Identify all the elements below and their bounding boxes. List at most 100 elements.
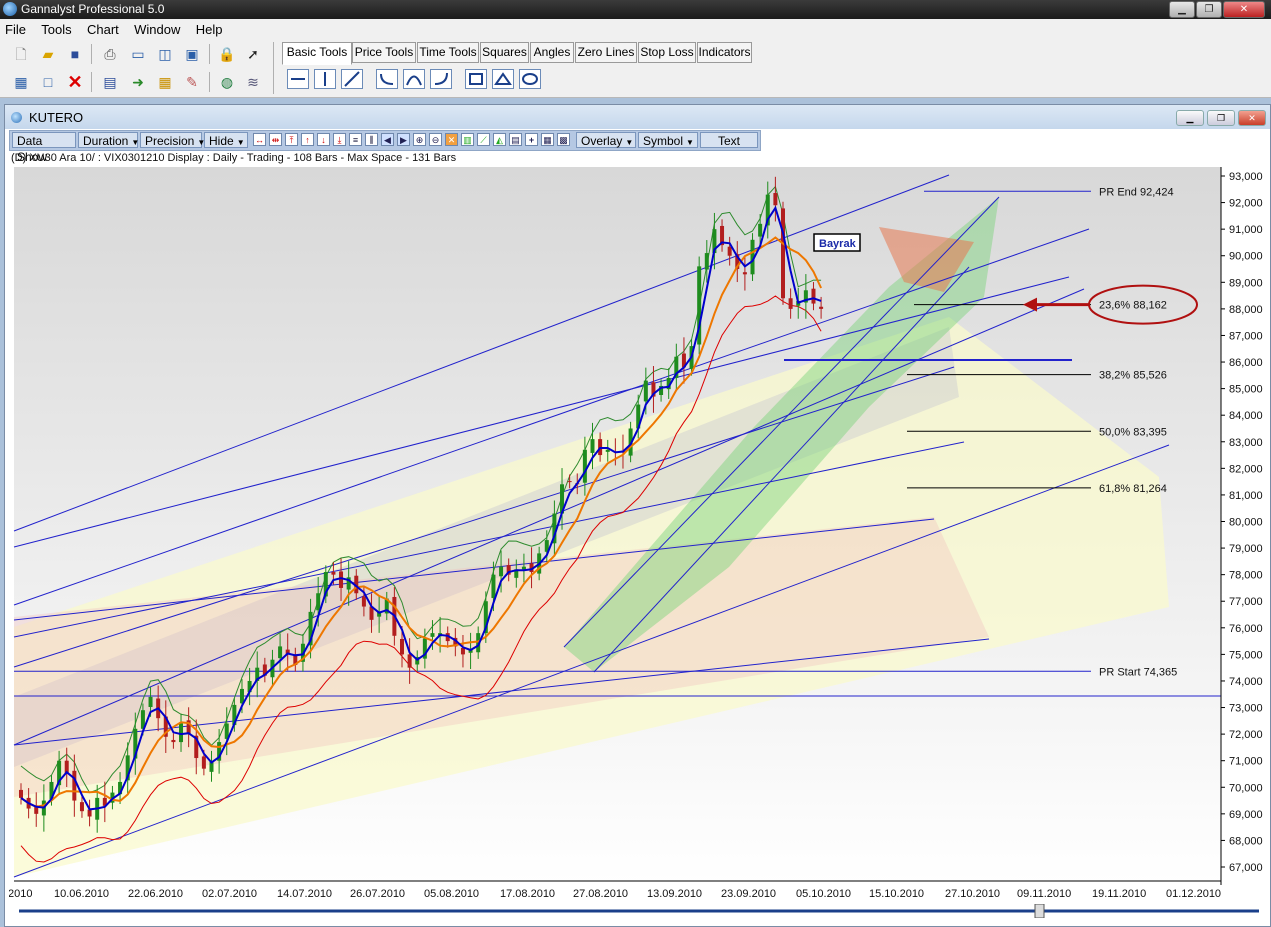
- arc-top-icon[interactable]: [403, 69, 425, 89]
- menu-chart[interactable]: Chart: [82, 19, 126, 37]
- triangle-icon[interactable]: [492, 69, 514, 89]
- bottom-arrow-icon[interactable]: ⤓: [333, 133, 346, 146]
- chart-minimize-button[interactable]: ▁: [1176, 110, 1204, 126]
- menu-window[interactable]: Window: [129, 19, 187, 37]
- bars-icon[interactable]: ⫼: [365, 133, 378, 146]
- horizontal-line-icon[interactable]: [287, 69, 309, 89]
- ellipse-icon[interactable]: [519, 69, 541, 89]
- maximize-button[interactable]: ❐: [1196, 1, 1222, 18]
- film-icon[interactable]: ▤: [100, 72, 120, 92]
- x-tick-label: 27.08.2010: [573, 888, 628, 900]
- x-tick-label: 09.11.2010: [1017, 888, 1071, 900]
- top-arrow-icon[interactable]: ⤒: [285, 133, 298, 146]
- export-icon[interactable]: ➜: [128, 72, 148, 92]
- hide-dropdown[interactable]: Hide ▼: [204, 132, 248, 148]
- window-h-icon[interactable]: ▭: [128, 44, 148, 64]
- level-label: PR Start 74,365: [1099, 666, 1177, 678]
- chart-edit-icon[interactable]: ✎: [182, 72, 202, 92]
- image-icon[interactable]: ▣: [182, 44, 202, 64]
- symbol-dropdown[interactable]: Symbol ▼: [638, 132, 698, 148]
- grid-icon[interactable]: ▦: [155, 72, 175, 92]
- open-icon[interactable]: ▰: [38, 44, 58, 64]
- tab-time-tools[interactable]: Time Tools: [417, 42, 479, 63]
- scrollbar-thumb[interactable]: [1034, 904, 1045, 918]
- area-chart-icon[interactable]: ◭: [493, 133, 506, 146]
- level-label: 23,6% 88,162: [1099, 300, 1167, 312]
- close-button[interactable]: ✕: [1223, 1, 1265, 18]
- expand-h-icon[interactable]: ↔: [253, 133, 266, 146]
- scroll-right-icon[interactable]: ▶: [397, 133, 410, 146]
- minimize-button[interactable]: ▁: [1169, 1, 1195, 18]
- candle-body: [171, 739, 176, 743]
- overlay-dropdown[interactable]: Overlay ▼: [576, 132, 636, 148]
- menu-tools[interactable]: Tools: [36, 19, 78, 37]
- up-arrow-icon[interactable]: ↑: [301, 133, 314, 146]
- globe-icon[interactable]: ◍: [217, 72, 237, 92]
- rectangle-icon[interactable]: [465, 69, 487, 89]
- candle-body: [605, 449, 610, 452]
- price-chart[interactable]: PR End 92,424 23,6% 88,162 38,2% 85,526 50,…: [9, 167, 1269, 902]
- tab-indicators[interactable]: Indicators: [697, 42, 752, 63]
- crosshair-icon[interactable]: +: [525, 133, 538, 146]
- arc-left-icon[interactable]: [376, 69, 398, 89]
- square-icon[interactable]: □: [38, 72, 58, 92]
- down-arrow-icon[interactable]: ↓: [317, 133, 330, 146]
- chart-maximize-button[interactable]: ❐: [1207, 110, 1235, 126]
- zoom-out-icon[interactable]: ⊖: [429, 133, 442, 146]
- save-icon[interactable]: ■: [65, 44, 85, 64]
- text-button[interactable]: Text: [700, 132, 758, 148]
- clear-icon[interactable]: ✕: [445, 133, 458, 146]
- chart-close-button[interactable]: ✕: [1238, 110, 1266, 126]
- candle-body: [499, 566, 504, 577]
- calculator-icon[interactable]: ▦: [11, 72, 31, 92]
- calculator-small-icon[interactable]: ▩: [557, 133, 570, 146]
- vertical-line-icon[interactable]: [314, 69, 336, 89]
- x-tick-label: 26.07.2010: [350, 888, 405, 900]
- menu-file[interactable]: File: [0, 19, 33, 37]
- tab-stop-loss[interactable]: Stop Loss: [638, 42, 696, 63]
- tab-zero-lines[interactable]: Zero Lines: [575, 42, 637, 63]
- print-icon[interactable]: ⎙: [100, 44, 120, 64]
- candle-body: [339, 571, 344, 588]
- scroll-left-icon[interactable]: ◀: [381, 133, 394, 146]
- level-label: PR End 92,424: [1099, 186, 1174, 198]
- candle-body: [742, 272, 747, 275]
- chart-scrollbar[interactable]: [19, 904, 1259, 918]
- candle-body: [148, 696, 153, 708]
- arc-right-icon[interactable]: [430, 69, 452, 89]
- toolbar-area: 🗋 ▰ ■ ⎙ ▭ ◫ ▣ 🔒 ➚ ▦ □ ✕ ▤ ➜ ▦ ✎ ◍ ≋ Basi…: [0, 40, 1271, 98]
- compress-h-icon[interactable]: ⇹: [269, 133, 282, 146]
- candle-body: [582, 449, 587, 483]
- lines-icon[interactable]: ≡: [349, 133, 362, 146]
- y-tick-label: 69,000: [1229, 809, 1263, 821]
- candle-body: [704, 253, 709, 270]
- y-tick-label: 76,000: [1229, 623, 1263, 635]
- trend-line-icon[interactable]: [341, 69, 363, 89]
- tab-squares[interactable]: Squares: [480, 42, 529, 63]
- precision-dropdown[interactable]: Precision ▼: [140, 132, 205, 148]
- grid-lines-icon[interactable]: ▦: [541, 133, 554, 146]
- x-tick-label: 23.09.2010: [721, 888, 776, 900]
- table-icon[interactable]: ▤: [509, 133, 522, 146]
- layers-icon[interactable]: ≋: [243, 72, 263, 92]
- zoom-in-icon[interactable]: ⊕: [413, 133, 426, 146]
- delete-icon[interactable]: ✕: [65, 72, 85, 92]
- y-tick-label: 91,000: [1229, 224, 1263, 236]
- tab-angles[interactable]: Angles: [530, 42, 574, 63]
- lock-icon[interactable]: 🔒: [217, 44, 237, 64]
- line-chart-icon[interactable]: ⟋: [477, 133, 490, 146]
- y-tick-label: 90,000: [1229, 251, 1263, 263]
- bar-chart-icon[interactable]: ▥: [461, 133, 474, 146]
- candle-body: [72, 770, 77, 801]
- new-icon[interactable]: 🗋: [11, 44, 31, 64]
- window-v-icon[interactable]: ◫: [155, 44, 175, 64]
- tab-basic-tools[interactable]: Basic Tools: [282, 42, 352, 65]
- candle-body: [407, 654, 412, 668]
- duration-dropdown[interactable]: Duration ▼: [78, 132, 139, 148]
- menu-help[interactable]: Help: [191, 19, 230, 37]
- data-show-button[interactable]: Data Show: [12, 132, 76, 164]
- x-tick-label: 27.10.2010: [945, 888, 1000, 900]
- tab-price-tools[interactable]: Price Tools: [352, 42, 416, 63]
- menu-bar: File Tools Chart Window Help: [0, 19, 1271, 41]
- pointer-icon[interactable]: ➚: [243, 44, 263, 64]
